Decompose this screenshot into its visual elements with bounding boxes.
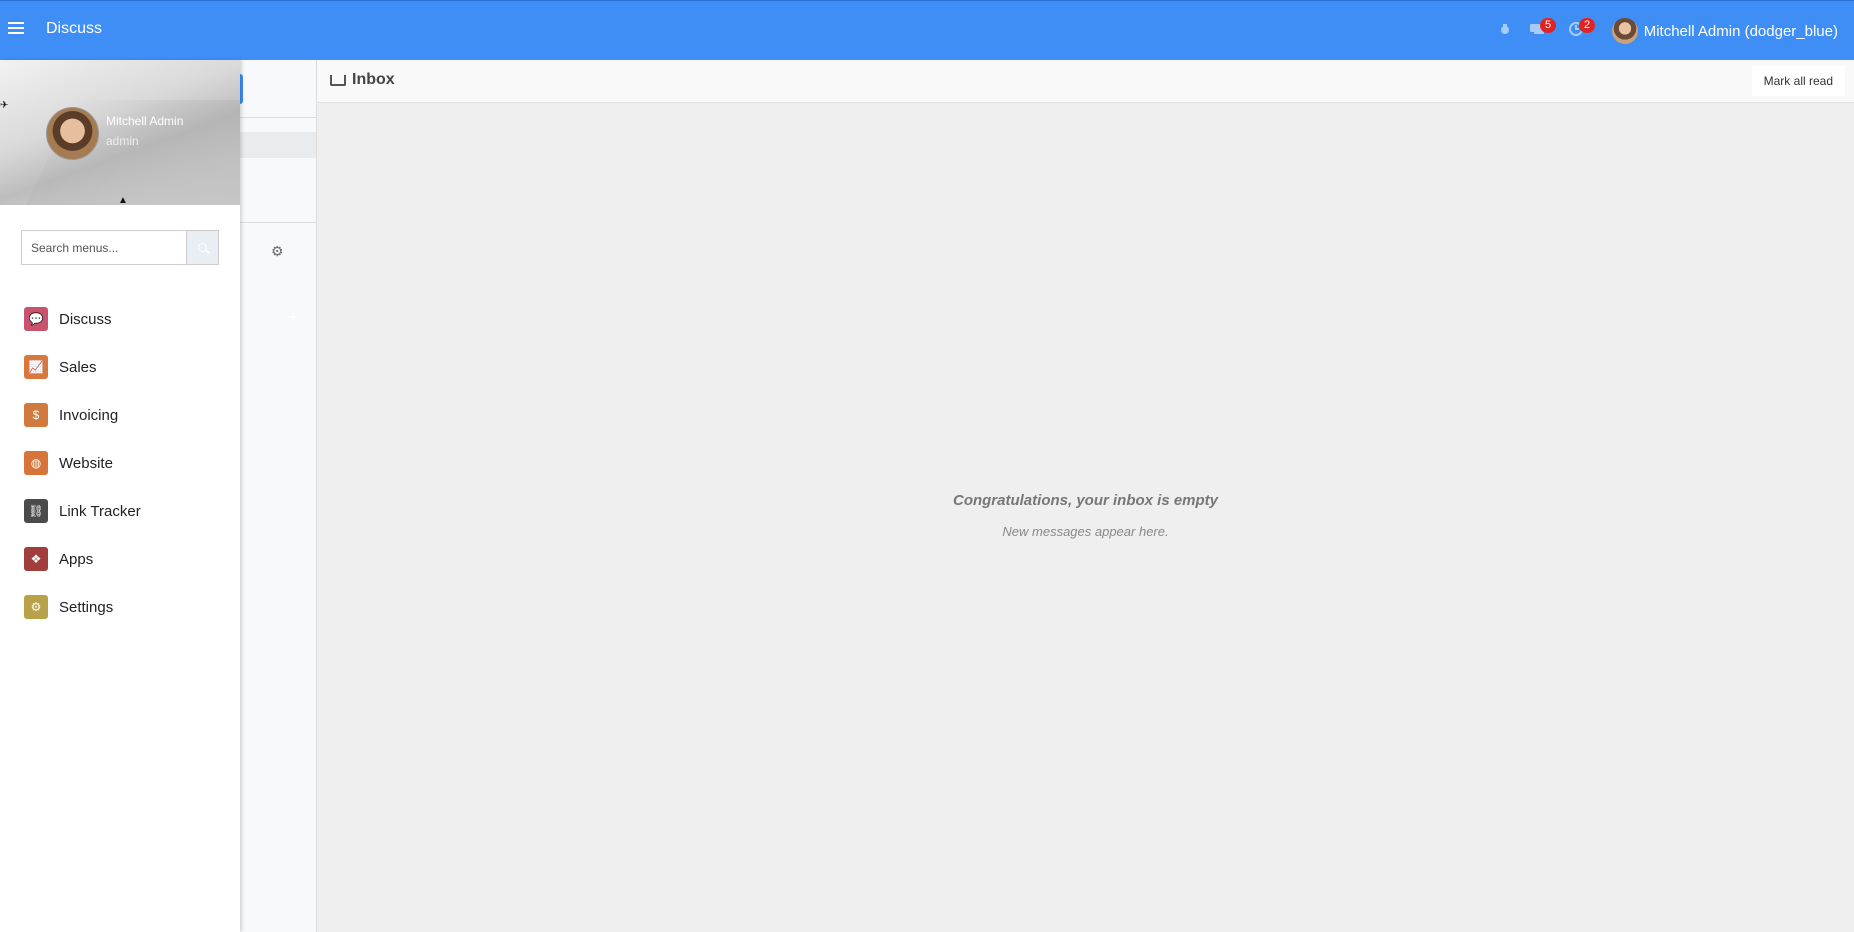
menu-search bbox=[21, 230, 219, 265]
inbox-icon bbox=[330, 75, 346, 86]
app-menu-list: 💬 Discuss 📈 Sales $ Invoicing ◍ Website … bbox=[0, 295, 240, 631]
user-menu[interactable]: Mitchell Admin (dodger_blue) bbox=[1611, 17, 1838, 45]
mark-all-read-button[interactable]: Mark all read bbox=[1751, 66, 1845, 96]
bird-decoration: ✈ bbox=[0, 100, 9, 111]
bird-decoration: ▲ bbox=[118, 195, 128, 205]
messages-badge: 5 bbox=[1540, 18, 1556, 33]
drawer-user-login: admin bbox=[106, 134, 139, 148]
menu-item-invoicing[interactable]: $ Invoicing bbox=[0, 391, 240, 439]
user-name: Mitchell Admin (dodger_blue) bbox=[1643, 22, 1838, 40]
menu-item-label: Apps bbox=[59, 550, 94, 568]
link-icon: ⛓ bbox=[24, 499, 48, 523]
menu-item-label: Invoicing bbox=[59, 406, 119, 424]
avatar[interactable] bbox=[46, 107, 99, 160]
search-icon bbox=[198, 243, 207, 252]
invoice-icon: $ bbox=[24, 403, 48, 427]
bug-icon[interactable] bbox=[1497, 21, 1513, 37]
empty-inbox-subtitle: New messages appear here. bbox=[1002, 524, 1169, 539]
app-title[interactable]: Discuss bbox=[46, 20, 102, 38]
menu-toggle-icon[interactable] bbox=[8, 19, 24, 35]
menu-item-label: Link Tracker bbox=[59, 502, 141, 520]
gear-icon: ⚙ bbox=[24, 595, 48, 619]
avatar bbox=[1611, 18, 1638, 44]
menu-item-label: Sales bbox=[59, 358, 97, 376]
globe-icon: ◍ bbox=[24, 451, 48, 475]
top-navbar: Discuss 5 2 Mitchell Admin (dodger_blue) bbox=[0, 0, 1854, 60]
menu-item-apps[interactable]: ❖ Apps bbox=[0, 535, 240, 583]
discuss-icon: 💬 bbox=[24, 307, 48, 331]
apps-icon: ❖ bbox=[24, 547, 48, 571]
menu-item-website[interactable]: ◍ Website bbox=[0, 439, 240, 487]
add-channel-icon[interactable]: + bbox=[288, 309, 297, 327]
menu-item-sales[interactable]: 📈 Sales bbox=[0, 343, 240, 391]
app-drawer: ✈ ▲ Mitchell Admin admin 💬 Discuss 📈 Sal… bbox=[0, 60, 240, 932]
menu-item-discuss[interactable]: 💬 Discuss bbox=[0, 295, 240, 343]
activities-badge: 2 bbox=[1579, 18, 1595, 33]
menu-item-settings[interactable]: ⚙ Settings bbox=[0, 583, 240, 631]
empty-inbox-title: Congratulations, your inbox is empty bbox=[952, 492, 1219, 509]
sales-chart-icon: 📈 bbox=[24, 355, 48, 379]
search-button[interactable] bbox=[186, 230, 219, 265]
menu-item-label: Discuss bbox=[59, 310, 112, 328]
menu-item-label: Website bbox=[59, 454, 113, 472]
drawer-user-name: Mitchell Admin bbox=[106, 114, 184, 128]
control-panel: Inbox Mark all read bbox=[317, 60, 1854, 103]
search-input[interactable] bbox=[21, 230, 186, 265]
channels-gear-icon[interactable]: ⚙ bbox=[271, 243, 284, 260]
page-title: Inbox bbox=[352, 71, 395, 88]
menu-item-label: Settings bbox=[59, 598, 114, 616]
drawer-header: ✈ ▲ Mitchell Admin admin bbox=[0, 60, 240, 205]
menu-item-link-tracker[interactable]: ⛓ Link Tracker bbox=[0, 487, 240, 535]
